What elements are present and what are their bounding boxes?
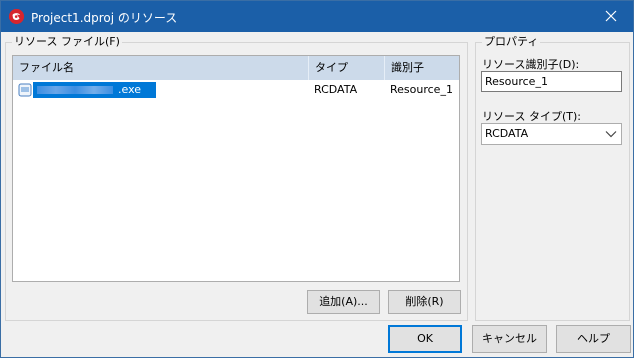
list-header: ファイル名 タイプ 識別子: [13, 56, 459, 80]
resource-files-legend: リソース ファイル(F): [14, 35, 120, 48]
column-header-filename[interactable]: ファイル名: [13, 56, 309, 80]
type-cell: RCDATA: [314, 83, 358, 96]
filename-cell[interactable]: .exe: [17, 82, 156, 98]
resource-id-input[interactable]: Resource_1: [481, 71, 622, 92]
resource-id-label: リソース識別子(D):: [482, 58, 580, 71]
column-header-identifier[interactable]: 識別子: [385, 56, 459, 80]
delphi-logo-icon: [9, 9, 24, 24]
add-button[interactable]: 追加(A)...: [307, 290, 380, 314]
resource-type-value: RCDATA: [485, 127, 529, 140]
resource-list[interactable]: ファイル名 タイプ 識別子 .exe RCDATA Resource_1: [12, 55, 460, 282]
identifier-cell: Resource_1: [390, 83, 453, 96]
exe-file-icon: [18, 83, 32, 97]
chevron-down-icon: [605, 131, 617, 138]
resource-type-label: リソース タイプ(T):: [482, 110, 581, 123]
close-icon: [605, 10, 617, 22]
delete-button[interactable]: 削除(R): [388, 290, 461, 314]
resource-type-select[interactable]: RCDATA: [481, 123, 622, 145]
selected-filename: .exe: [33, 82, 156, 98]
help-button[interactable]: ヘルプ: [556, 325, 631, 353]
ok-button[interactable]: OK: [388, 325, 462, 353]
close-button[interactable]: [589, 1, 633, 32]
filename-extension: .exe: [118, 83, 142, 96]
redacted-filename: [37, 86, 113, 94]
cancel-button[interactable]: キャンセル: [472, 325, 547, 353]
properties-legend: プロパティ: [484, 35, 539, 48]
window-title: Project1.dproj のリソース: [31, 11, 178, 25]
column-header-type[interactable]: タイプ: [309, 56, 385, 80]
resource-dialog: Project1.dproj のリソース リソース ファイル(F) プロパティ …: [0, 0, 634, 358]
title-bar: Project1.dproj のリソース: [1, 1, 633, 32]
list-item[interactable]: .exe RCDATA Resource_1: [13, 81, 459, 99]
